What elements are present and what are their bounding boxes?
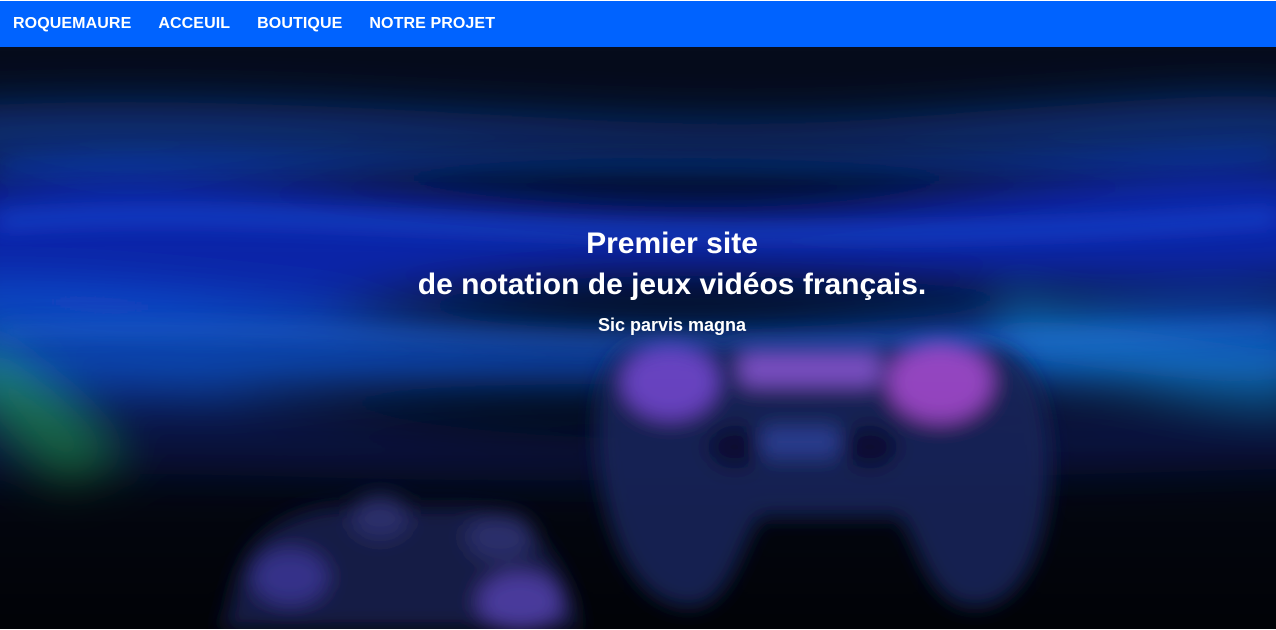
- hero-title-line1: Premier site: [586, 227, 758, 260]
- hero-section: Premier site de notation de jeux vidéos …: [0, 47, 1276, 629]
- nav-link-acceuil[interactable]: ACCEUIL: [158, 15, 230, 33]
- top-navbar: ROQUEMAURE ACCEUIL BOUTIQUE NOTRE PROJET: [0, 1, 1276, 47]
- hero-subtitle: Sic parvis magna: [597, 315, 747, 335]
- nav-link-boutique[interactable]: BOUTIQUE: [257, 15, 342, 33]
- hero-text-block: Premier site de notation de jeux vidéos …: [34, 223, 1276, 336]
- brand-link[interactable]: ROQUEMAURE: [13, 15, 131, 33]
- hero-background-image: [0, 47, 1276, 629]
- hero-title-line2: de notation de jeux vidéos français.: [417, 268, 927, 301]
- nav-link-notre-projet[interactable]: NOTRE PROJET: [369, 15, 495, 33]
